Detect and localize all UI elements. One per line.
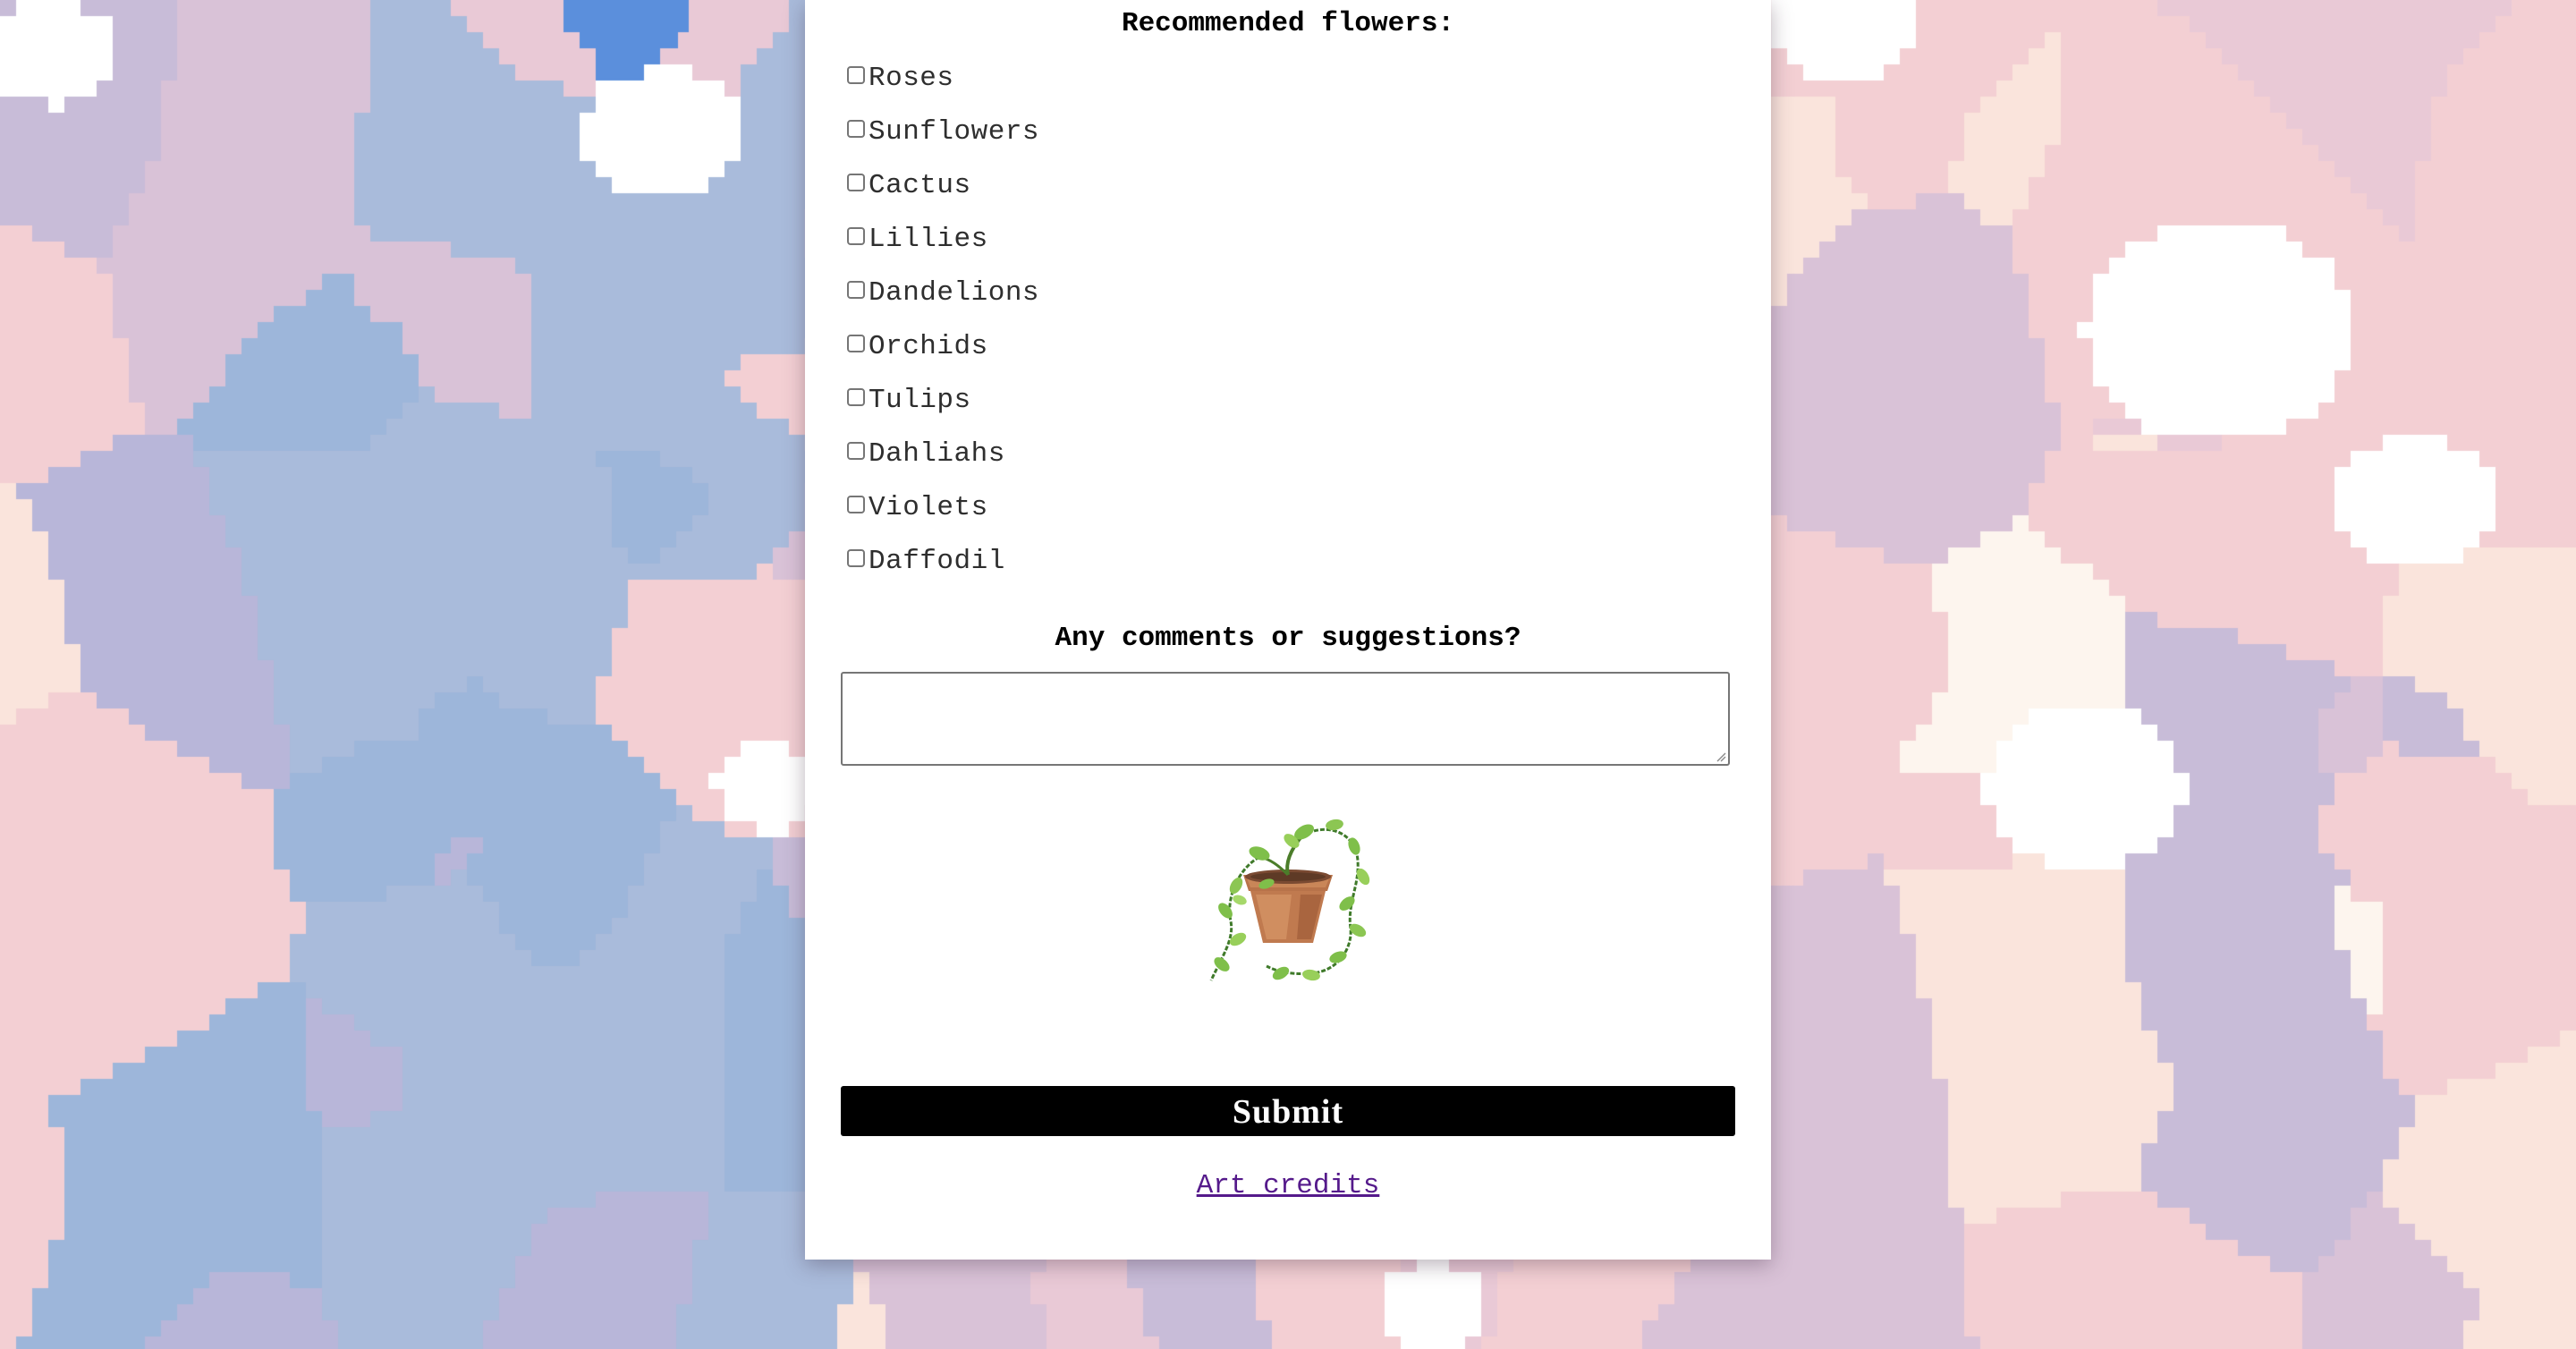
dandelions-checkbox[interactable]: [847, 281, 865, 299]
flower-label: Lillies: [869, 223, 988, 255]
flower-option-lillies[interactable]: Lillies: [847, 221, 988, 257]
dahliahs-checkbox[interactable]: [847, 442, 865, 460]
cactus-checkbox[interactable]: [847, 174, 865, 191]
potted-plant-image: [1209, 819, 1370, 981]
art-credits-link[interactable]: Art credits: [805, 1170, 1771, 1201]
submit-button[interactable]: Submit: [841, 1086, 1735, 1136]
comments-textarea[interactable]: [841, 672, 1730, 766]
flower-option-dahliahs[interactable]: Dahliahs: [847, 436, 1005, 471]
violets-checkbox[interactable]: [847, 496, 865, 513]
flower-option-sunflowers[interactable]: Sunflowers: [847, 114, 1039, 149]
comments-heading: Any comments or suggestions?: [1055, 623, 1521, 654]
sunflowers-checkbox[interactable]: [847, 120, 865, 138]
flower-option-dandelions[interactable]: Dandelions: [847, 275, 1039, 310]
flower-label: Roses: [869, 62, 954, 94]
flower-label: Sunflowers: [869, 115, 1040, 148]
flower-option-orchids[interactable]: Orchids: [847, 328, 988, 364]
roses-checkbox[interactable]: [847, 66, 865, 84]
daffodil-checkbox[interactable]: [847, 549, 865, 567]
survey-form-card: Recommended flowers: Roses Sunflowers Ca…: [805, 0, 1771, 1260]
resize-grip-icon[interactable]: [1716, 751, 1726, 762]
flowers-heading: Recommended flowers:: [1121, 8, 1455, 39]
flower-label: Dahliahs: [869, 437, 1005, 470]
flower-label: Cactus: [869, 169, 971, 201]
flower-label: Violets: [869, 491, 988, 523]
flower-label: Tulips: [869, 384, 971, 416]
flower-option-roses[interactable]: Roses: [847, 60, 954, 96]
flower-option-violets[interactable]: Violets: [847, 489, 988, 525]
flower-label: Orchids: [869, 330, 988, 362]
flower-option-daffodil[interactable]: Daffodil: [847, 543, 1005, 579]
orchids-checkbox[interactable]: [847, 335, 865, 352]
flower-label: Daffodil: [869, 545, 1005, 577]
flower-option-tulips[interactable]: Tulips: [847, 382, 971, 418]
tulips-checkbox[interactable]: [847, 388, 865, 406]
flower-option-cactus[interactable]: Cactus: [847, 167, 971, 203]
lillies-checkbox[interactable]: [847, 227, 865, 245]
flower-label: Dandelions: [869, 276, 1040, 309]
